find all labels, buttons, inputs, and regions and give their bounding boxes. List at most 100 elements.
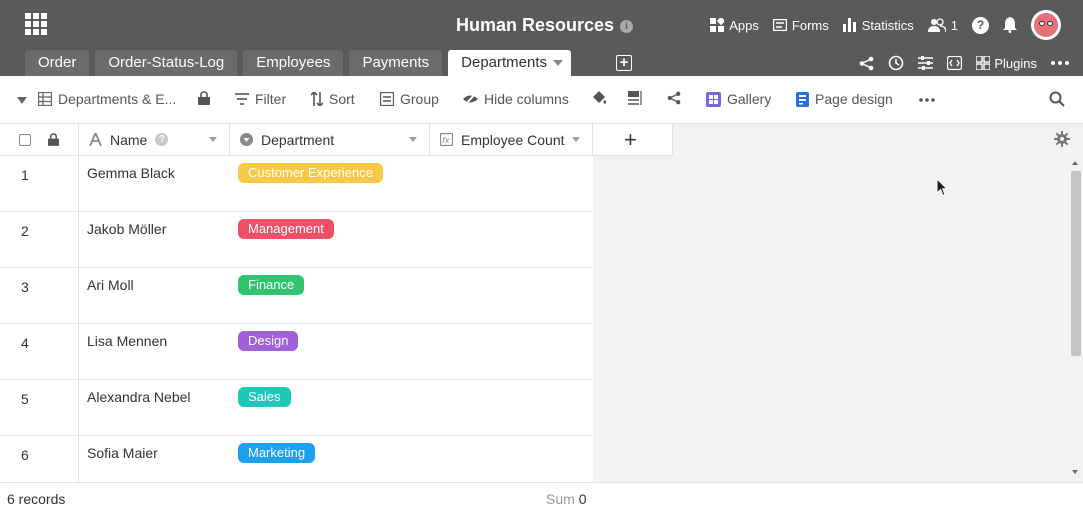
add-table-button[interactable]: + bbox=[616, 55, 632, 71]
cell-department[interactable]: Customer Experience bbox=[230, 156, 430, 212]
vertical-scrollbar[interactable] bbox=[1071, 171, 1081, 356]
cell-name[interactable]: Lisa Mennen bbox=[79, 324, 230, 380]
share-icon bbox=[667, 91, 681, 105]
group-button[interactable]: Group bbox=[380, 91, 439, 107]
forms-button[interactable]: Forms bbox=[772, 17, 829, 33]
sum-summary[interactable]: Sum 0 bbox=[546, 491, 587, 507]
tab-payments[interactable]: Payments bbox=[349, 50, 443, 76]
plugins-button[interactable]: Plugins bbox=[976, 56, 1037, 71]
caret-down-icon bbox=[17, 97, 27, 104]
table-row[interactable]: 3 Ari Moll Finance bbox=[0, 268, 593, 324]
cell-name[interactable]: Alexandra Nebel bbox=[79, 380, 230, 436]
cell-department[interactable]: Design bbox=[230, 324, 430, 380]
tab-employees[interactable]: Employees bbox=[243, 50, 344, 76]
forms-icon bbox=[772, 19, 787, 31]
select-all-checkbox[interactable] bbox=[19, 133, 31, 146]
avatar-face bbox=[1034, 13, 1058, 37]
statistics-label: Statistics bbox=[861, 17, 914, 33]
history-icon[interactable] bbox=[888, 55, 904, 71]
cell-name[interactable]: Gemma Black bbox=[79, 156, 230, 212]
department-badge: Customer Experience bbox=[238, 163, 383, 183]
chevron-down-icon[interactable] bbox=[572, 137, 580, 142]
status-footer: 6 records Sum 0 bbox=[0, 482, 1083, 512]
hide-columns-button[interactable]: Hide columns bbox=[463, 91, 569, 107]
eye-slash-icon bbox=[463, 92, 478, 106]
bell-icon[interactable] bbox=[1003, 17, 1017, 33]
code-icon[interactable] bbox=[947, 56, 963, 70]
more-toolbar-button[interactable] bbox=[919, 98, 941, 102]
row-number: 6 bbox=[0, 436, 79, 482]
gear-icon[interactable] bbox=[1054, 131, 1070, 147]
statistics-icon bbox=[842, 18, 856, 32]
share-view-button[interactable] bbox=[667, 91, 687, 105]
header-select-column bbox=[0, 124, 79, 156]
table-row[interactable]: 1 Gemma Black Customer Experience bbox=[0, 156, 593, 212]
lock-icon[interactable] bbox=[48, 133, 59, 146]
department-badge: Design bbox=[238, 331, 299, 351]
row-height-button[interactable] bbox=[628, 91, 648, 105]
apps-button[interactable]: Apps bbox=[710, 18, 759, 33]
search-icon bbox=[1049, 91, 1065, 107]
table-row[interactable]: 4 Lisa Mennen Design bbox=[0, 324, 593, 380]
chevron-down-icon[interactable] bbox=[553, 60, 564, 66]
more-icon[interactable] bbox=[1051, 61, 1069, 65]
header-actions: Apps Forms Statistics 1 ? bbox=[710, 10, 1083, 40]
base-title-text[interactable]: Human Resources bbox=[456, 15, 614, 35]
add-column-button[interactable]: + bbox=[593, 124, 673, 156]
avatar-eye-left bbox=[1039, 21, 1045, 26]
chevron-down-icon[interactable] bbox=[209, 137, 217, 142]
tab-order[interactable]: Order bbox=[25, 50, 90, 76]
app-header: Human Resources i Apps Forms Statistics 1… bbox=[0, 0, 1083, 76]
cell-name[interactable]: Ari Moll bbox=[79, 268, 230, 324]
table-row[interactable]: 2 Jakob Möller Management bbox=[0, 212, 593, 268]
apps-icon bbox=[710, 18, 725, 32]
scroll-down-arrow[interactable] bbox=[1072, 470, 1078, 474]
users-icon bbox=[927, 18, 946, 32]
column-header-name[interactable]: Name ? bbox=[79, 124, 230, 156]
tab-departments[interactable]: Departments bbox=[448, 50, 572, 76]
tab-order-status-log[interactable]: Order-Status-Log bbox=[95, 50, 238, 76]
page-design-button[interactable]: Page design bbox=[796, 91, 893, 107]
sliders-icon[interactable] bbox=[918, 56, 934, 70]
gallery-icon bbox=[706, 91, 721, 107]
help-icon[interactable]: ? bbox=[972, 16, 989, 34]
cell-department[interactable]: Finance bbox=[230, 268, 430, 324]
tab-departments-label: Departments bbox=[461, 54, 548, 71]
text-type-icon bbox=[89, 133, 102, 146]
column-name-label: Name bbox=[110, 131, 148, 148]
cell-department[interactable]: Sales bbox=[230, 380, 430, 436]
avatar[interactable] bbox=[1031, 10, 1061, 40]
cell-name[interactable]: Sofia Maier bbox=[79, 436, 230, 482]
share-icon[interactable] bbox=[859, 56, 874, 71]
statistics-button[interactable]: Statistics bbox=[842, 17, 914, 33]
gallery-button[interactable]: Gallery bbox=[706, 91, 771, 107]
view-selector[interactable]: Departments & E... bbox=[38, 91, 176, 107]
table-row[interactable]: 6 Sofia Maier Marketing bbox=[0, 436, 593, 482]
row-number: 1 bbox=[0, 156, 79, 212]
sum-value: 0 bbox=[578, 491, 587, 507]
sort-button[interactable]: Sort bbox=[311, 91, 355, 107]
sort-label: Sort bbox=[329, 91, 355, 107]
cell-name[interactable]: Jakob Möller bbox=[79, 212, 230, 268]
column-info-icon[interactable]: ? bbox=[155, 133, 169, 146]
color-rows-button[interactable] bbox=[591, 91, 612, 105]
lock-view-button[interactable] bbox=[198, 91, 216, 105]
forms-label: Forms bbox=[791, 17, 829, 33]
filter-icon bbox=[235, 93, 249, 105]
cell-department[interactable]: Management bbox=[230, 212, 430, 268]
column-header-employee-count[interactable]: fx Employee Count bbox=[430, 124, 593, 156]
info-icon[interactable]: i bbox=[620, 20, 634, 33]
mouse-cursor-icon bbox=[936, 178, 948, 197]
column-header-department[interactable]: Department bbox=[230, 124, 430, 156]
scroll-up-arrow[interactable] bbox=[1072, 161, 1078, 165]
view-collapse-toggle[interactable] bbox=[17, 97, 33, 104]
filter-button[interactable]: Filter bbox=[235, 91, 286, 107]
table-row[interactable]: 5 Alexandra Nebel Sales bbox=[0, 380, 593, 436]
chevron-down-icon[interactable] bbox=[409, 137, 417, 142]
apps-label: Apps bbox=[729, 17, 759, 33]
cell-department[interactable]: Marketing bbox=[230, 436, 430, 482]
search-button[interactable] bbox=[1049, 91, 1071, 107]
group-label: Group bbox=[400, 91, 439, 107]
collaborators-button[interactable]: 1 bbox=[927, 18, 958, 33]
plugins-label: Plugins bbox=[994, 55, 1037, 71]
